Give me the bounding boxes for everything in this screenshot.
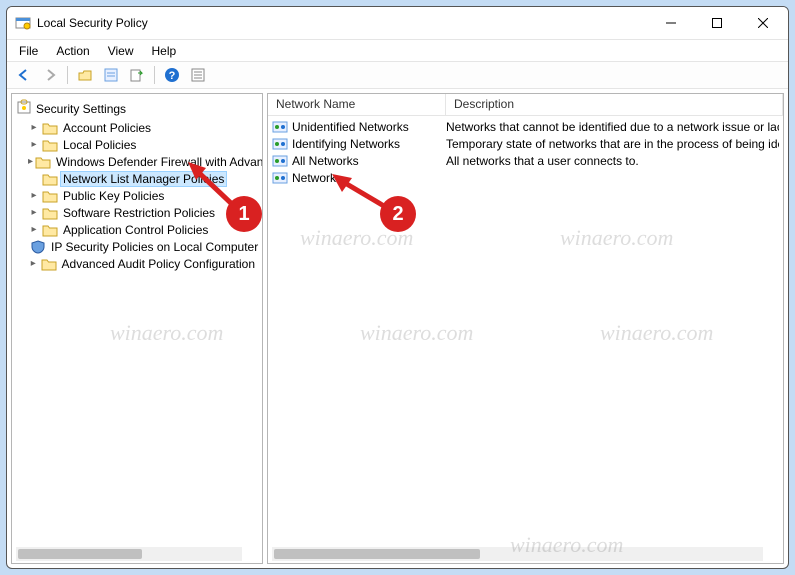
app-window: Local Security Policy File Action View H… [6,6,789,569]
tree-root[interactable]: Security Settings [14,98,260,119]
maximize-button[interactable] [694,8,740,38]
up-button[interactable] [74,64,96,86]
menu-help[interactable]: Help [144,42,185,60]
svg-text:?: ? [169,70,176,82]
network-icon [272,154,288,168]
folder-icon [35,155,51,169]
folder-icon [42,206,58,220]
tree-item[interactable]: ▸ Application Control Policies [14,221,260,238]
help-button[interactable]: ? [161,64,183,86]
list-row-name: Identifying Networks [292,137,400,151]
content-area: Security Settings ▸ Account Policies ▸ Loca… [7,89,788,568]
toolbar: ? [7,61,788,89]
tree-item-label: Public Key Policies [60,188,167,204]
export-icon [129,67,145,83]
folder-up-icon [77,67,93,83]
arrow-left-icon [16,67,32,83]
maximize-icon [712,18,722,28]
menubar: File Action View Help [7,39,788,61]
minimize-button[interactable] [648,8,694,38]
tree-item-label: Application Control Policies [60,222,211,238]
tree-item-label: Windows Defender Firewall with Advanced … [53,154,262,170]
tree-item-label: IP Security Policies on Local Computer [48,239,261,255]
column-header-name[interactable]: Network Name [268,94,446,115]
refresh-button[interactable] [187,64,209,86]
list-body[interactable]: Unidentified Networks Networks that canno… [268,116,783,563]
tree-item[interactable]: IP Security Policies on Local Computer [14,238,260,255]
properties-button[interactable] [100,64,122,86]
menu-action[interactable]: Action [48,42,97,60]
expand-icon[interactable]: ▸ [28,156,33,167]
properties-icon [103,67,119,83]
arrow-right-icon [42,67,58,83]
list-row-name: Network [292,171,336,185]
list-row[interactable]: Network [272,169,779,186]
toolbar-separator [154,66,155,84]
export-button[interactable] [126,64,148,86]
folder-icon [42,223,58,237]
tree-root-label: Security Settings [36,102,126,116]
list-row[interactable]: All Networks All networks that a user con… [272,152,779,169]
expand-icon[interactable]: ▸ [28,122,40,133]
expand-icon[interactable]: ▸ [28,139,40,150]
list-row-description: All networks that a user connects to. [446,154,779,168]
network-icon [272,120,288,134]
minimize-icon [666,18,676,28]
tree-item[interactable]: ▸ Advanced Audit Policy Configuration [14,255,260,272]
column-header-description[interactable]: Description [446,94,783,115]
window-title: Local Security Policy [37,16,648,30]
titlebar[interactable]: Local Security Policy [7,7,788,39]
list-row[interactable]: Unidentified Networks Networks that canno… [272,118,779,135]
scrollbar-thumb[interactable] [274,549,480,559]
tree-item-label: Advanced Audit Policy Configuration [59,256,258,272]
security-icon [16,99,32,118]
tree-item[interactable]: ▸ Windows Defender Firewall with Advanced… [14,153,260,170]
back-button[interactable] [13,64,35,86]
tree-item-label: Software Restriction Policies [60,205,218,221]
app-icon [15,15,31,31]
window-controls [648,8,786,38]
folder-icon [42,138,58,152]
expand-icon[interactable]: ▸ [28,224,40,235]
tree-item-label: Network List Manager Policies [60,171,227,187]
help-icon: ? [164,67,180,83]
list-row-name: Unidentified Networks [292,120,409,134]
forward-button[interactable] [39,64,61,86]
network-icon [272,171,288,185]
network-icon [272,137,288,151]
close-button[interactable] [740,8,786,38]
list-header: Network Name Description [268,94,783,116]
list-row[interactable]: Identifying Networks Temporary state of n… [272,135,779,152]
scrollbar-thumb[interactable] [18,549,142,559]
tree-scrollbar-horizontal[interactable] [16,547,242,561]
tree-item[interactable]: Network List Manager Policies [14,170,260,187]
tree-item-label: Local Policies [60,137,139,153]
list-pane: Network Name Description Unidentified Ne… [267,93,784,564]
tree-item-label: Account Policies [60,120,154,136]
menu-file[interactable]: File [11,42,46,60]
menu-view[interactable]: View [100,42,142,60]
list-row-name: All Networks [292,154,359,168]
shield-icon [30,240,46,254]
toolbar-separator [67,66,68,84]
tree-pane: Security Settings ▸ Account Policies ▸ Loca… [11,93,263,564]
tree-item[interactable]: ▸ Local Policies [14,136,260,153]
folder-icon [41,257,57,271]
folder-icon [42,121,58,135]
tree-item[interactable]: ▸ Account Policies [14,119,260,136]
close-icon [758,18,768,28]
expand-icon[interactable]: ▸ [28,258,39,269]
tree-item[interactable]: ▸ Public Key Policies [14,187,260,204]
tree-item[interactable]: ▸ Software Restriction Policies [14,204,260,221]
list-row-description: Temporary state of networks that are in … [446,137,779,151]
list-icon [190,67,206,83]
list-scrollbar-horizontal[interactable] [272,547,763,561]
folder-icon [42,172,58,186]
tree-view[interactable]: Security Settings ▸ Account Policies ▸ Loca… [12,94,262,563]
expand-icon[interactable]: ▸ [28,207,40,218]
folder-icon [42,189,58,203]
expand-icon[interactable]: ▸ [28,190,40,201]
list-row-description: Networks that cannot be identified due t… [446,120,779,134]
